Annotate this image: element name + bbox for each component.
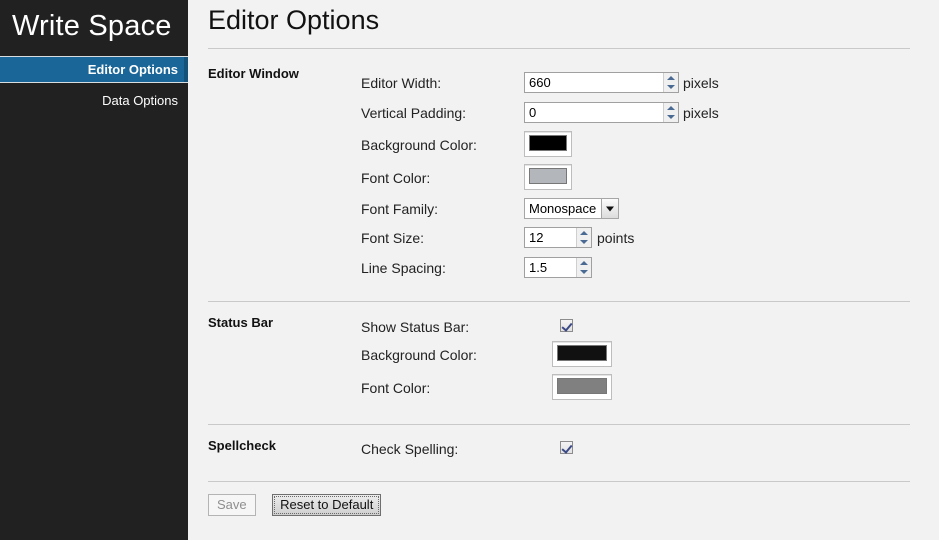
check-spelling-field[interactable] bbox=[560, 441, 573, 459]
sidebar: Write Space Editor Options Data Options bbox=[0, 0, 188, 540]
editor-width-spinner[interactable] bbox=[663, 73, 678, 92]
label-status-background-color: Background Color: bbox=[361, 347, 477, 363]
line-spacing-input[interactable]: 1.5 bbox=[525, 258, 576, 277]
app-brand: Write Space bbox=[12, 9, 172, 42]
vertical-padding-field[interactable]: 0 bbox=[524, 102, 679, 123]
section-title-status-bar: Status Bar bbox=[208, 315, 274, 330]
status-font-color-swatch[interactable] bbox=[552, 374, 612, 400]
section-title-editor-window: Editor Window bbox=[208, 66, 299, 81]
sidebar-item-data-options[interactable]: Data Options bbox=[0, 87, 188, 114]
font-size-stepper[interactable]: 12 bbox=[524, 227, 592, 248]
save-button[interactable]: Save bbox=[208, 494, 256, 516]
sidebar-item-label: Data Options bbox=[102, 93, 178, 108]
label-line-spacing: Line Spacing: bbox=[361, 260, 446, 276]
spinner-up-icon[interactable] bbox=[577, 258, 591, 268]
unit-font-size: points bbox=[597, 230, 635, 246]
spinner-down-icon[interactable] bbox=[577, 268, 591, 278]
app-root: Write Space Editor Options Data Options … bbox=[0, 0, 939, 540]
vertical-padding-spinner[interactable] bbox=[663, 103, 678, 122]
divider-spellcheck bbox=[208, 481, 910, 482]
label-editor-background-color: Background Color: bbox=[361, 137, 477, 153]
unit-vertical-padding: pixels bbox=[683, 105, 719, 121]
font-family-select[interactable]: Monospace bbox=[524, 198, 620, 219]
color-chip bbox=[529, 135, 567, 151]
editor-width-stepper[interactable]: 660 bbox=[524, 72, 679, 93]
action-buttons: Save Reset to Default bbox=[208, 494, 382, 516]
show-status-bar-checkbox[interactable] bbox=[560, 319, 573, 332]
divider-editor-window bbox=[208, 301, 910, 302]
color-chip bbox=[529, 168, 567, 184]
divider-title bbox=[208, 48, 910, 49]
spinner-down-icon[interactable] bbox=[664, 83, 678, 93]
chevron-down-icon[interactable] bbox=[601, 199, 619, 218]
spinner-up-icon[interactable] bbox=[664, 73, 678, 83]
status-background-color-swatch[interactable] bbox=[552, 341, 612, 367]
sidebar-nav: Editor Options Data Options bbox=[0, 56, 188, 114]
font-family-field[interactable]: Monospace bbox=[524, 198, 620, 219]
check-spelling-checkbox[interactable] bbox=[560, 441, 573, 454]
label-font-family: Font Family: bbox=[361, 201, 439, 217]
font-size-spinner[interactable] bbox=[576, 228, 591, 247]
page-title: Editor Options bbox=[208, 5, 380, 35]
line-spacing-stepper[interactable]: 1.5 bbox=[524, 257, 592, 278]
section-title-spellcheck: Spellcheck bbox=[208, 438, 276, 453]
color-chip bbox=[557, 378, 607, 394]
divider-status-bar bbox=[208, 424, 910, 425]
show-status-bar-field[interactable] bbox=[560, 319, 573, 337]
label-font-size: Font Size: bbox=[361, 230, 425, 246]
color-chip bbox=[557, 345, 607, 361]
label-editor-width: Editor Width: bbox=[361, 75, 442, 91]
sidebar-item-editor-options[interactable]: Editor Options bbox=[0, 56, 188, 83]
spinner-up-icon[interactable] bbox=[664, 103, 678, 113]
font-size-input[interactable]: 12 bbox=[525, 228, 576, 247]
editor-font-color-field[interactable] bbox=[524, 164, 572, 195]
spinner-down-icon[interactable] bbox=[577, 238, 591, 248]
font-family-selected-value: Monospace bbox=[529, 201, 597, 216]
reset-to-default-button[interactable]: Reset to Default bbox=[272, 494, 382, 516]
vertical-padding-input[interactable]: 0 bbox=[525, 103, 663, 122]
editor-width-field[interactable]: 660 bbox=[524, 72, 679, 93]
spinner-down-icon[interactable] bbox=[664, 113, 678, 123]
sidebar-item-label: Editor Options bbox=[87, 62, 178, 77]
label-show-status-bar: Show Status Bar: bbox=[361, 319, 470, 335]
vertical-padding-stepper[interactable]: 0 bbox=[524, 102, 679, 123]
spinner-up-icon[interactable] bbox=[577, 228, 591, 238]
editor-width-input[interactable]: 660 bbox=[525, 73, 663, 92]
editor-background-color-field[interactable] bbox=[524, 131, 572, 162]
unit-editor-width: pixels bbox=[683, 75, 719, 91]
font-size-field[interactable]: 12 bbox=[524, 227, 592, 248]
line-spacing-spinner[interactable] bbox=[576, 258, 591, 277]
label-editor-font-color: Font Color: bbox=[361, 170, 431, 186]
status-background-color-field[interactable] bbox=[552, 341, 612, 372]
label-status-font-color: Font Color: bbox=[361, 380, 431, 396]
status-font-color-field[interactable] bbox=[552, 374, 612, 405]
line-spacing-field[interactable]: 1.5 bbox=[524, 257, 592, 278]
label-check-spelling: Check Spelling: bbox=[361, 441, 459, 457]
editor-background-color-swatch[interactable] bbox=[524, 131, 572, 157]
label-vertical-padding: Vertical Padding: bbox=[361, 105, 467, 121]
editor-font-color-swatch[interactable] bbox=[524, 164, 572, 190]
main-content: Editor Options Editor Window Editor Widt… bbox=[188, 0, 939, 540]
